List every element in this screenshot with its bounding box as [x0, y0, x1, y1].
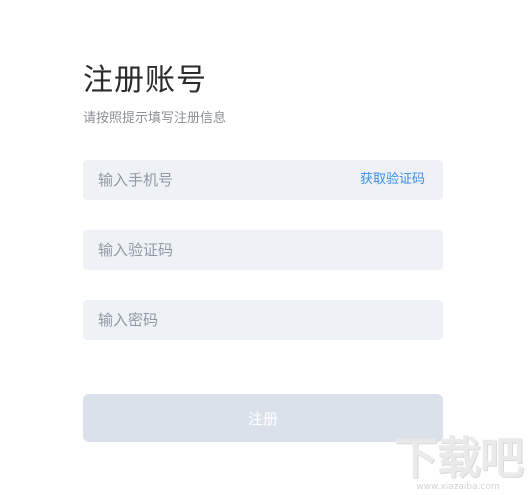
watermark: 下载吧 www.xiazaiba.com [394, 433, 524, 493]
watermark-logo: 下载吧 [394, 433, 524, 484]
get-verification-code-link[interactable]: 获取验证码 [360, 160, 425, 200]
page-title: 注册账号 [83, 63, 207, 98]
password-input[interactable] [83, 300, 443, 340]
code-field-container [83, 230, 443, 270]
verification-code-input[interactable] [83, 230, 443, 270]
page-subtitle: 请按照提示填写注册信息 [83, 111, 227, 126]
phone-field-container: 获取验证码 [83, 160, 443, 200]
register-button[interactable]: 注册 [83, 394, 443, 442]
password-field-container [83, 300, 443, 340]
